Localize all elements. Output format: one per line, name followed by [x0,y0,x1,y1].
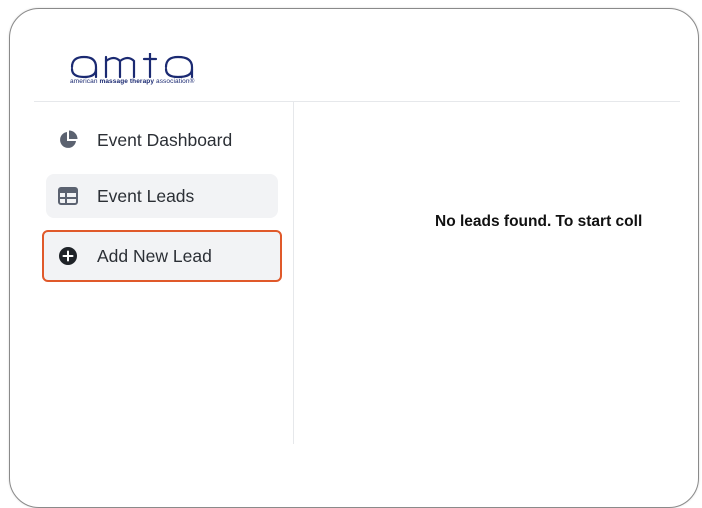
sidebar-item-label: Event Dashboard [97,129,233,150]
logo-tagline-prefix: american [70,78,98,85]
sidebar-item-event-leads[interactable]: Event Leads [46,174,278,218]
amta-logo: american massage therapy association® [70,53,240,93]
logo-tagline-bold: massage therapy [99,78,155,85]
amta-logo-wordmark [70,53,194,79]
sidebar-item-event-dashboard[interactable]: Event Dashboard [46,118,278,162]
logo-trademark: ® [189,78,195,85]
sidebar-item-label: Event Leads [97,185,195,206]
plus-circle-icon [58,246,78,266]
logo-tagline: american massage therapy association® [70,78,195,85]
empty-state-message: No leads found. To start coll [435,213,643,230]
sidebar: Event Dashboard Event Leads Add New Lead [34,102,294,444]
logo-tagline-suffix: association [155,78,190,85]
sidebar-item-label: Add New Lead [97,245,212,266]
pie-chart-icon [58,130,78,150]
table-icon [58,186,78,206]
main-content: No leads found. To start coll [294,102,680,444]
header: american massage therapy association® [34,9,680,102]
sidebar-item-add-new-lead[interactable]: Add New Lead [42,230,282,282]
app-window: american massage therapy association® Ev… [9,8,699,508]
